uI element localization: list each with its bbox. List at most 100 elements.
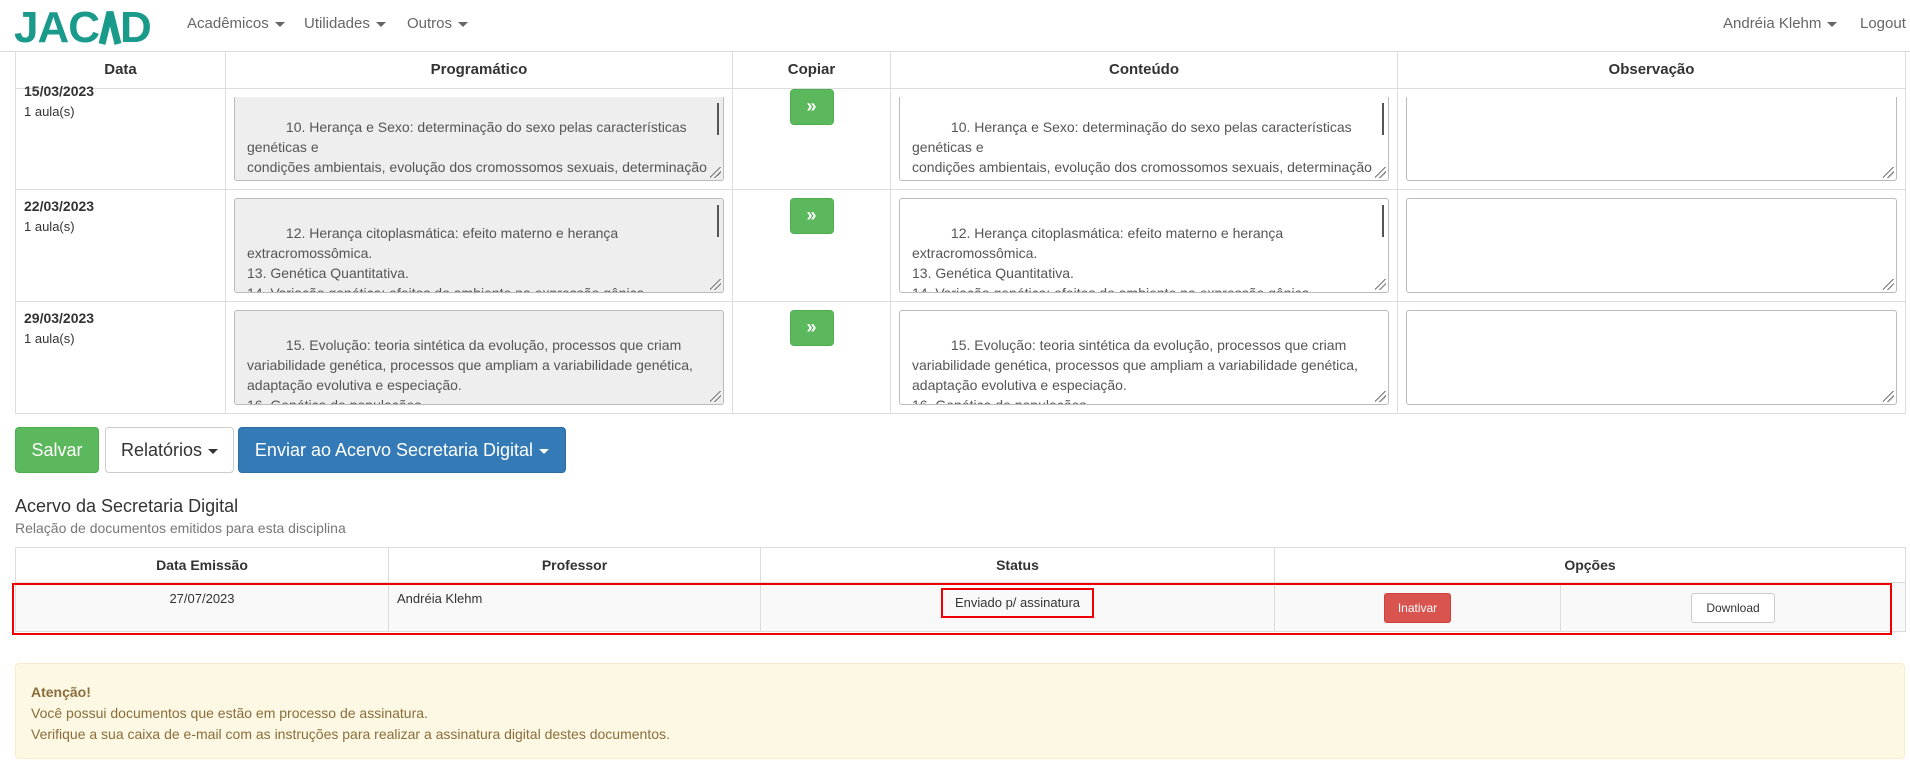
- col-header-observacao: Observação: [1397, 52, 1906, 89]
- observacao-cell: [1397, 300, 1906, 414]
- col-header-programatico: Programático: [225, 52, 733, 89]
- col-header-professor: Professor: [388, 547, 761, 583]
- copy-cell: »: [732, 300, 891, 414]
- logout-link[interactable]: Logout: [1860, 0, 1906, 48]
- resize-grip-icon[interactable]: [1883, 390, 1894, 402]
- download-button[interactable]: Download: [1691, 593, 1775, 623]
- jacad-logo-icon: JAC D: [14, 4, 152, 48]
- user-menu[interactable]: Andréia Klehm: [1723, 0, 1838, 48]
- col-header-opcoes: Opções: [1273, 547, 1907, 583]
- conteudo-cell: 15. Evolução: teoria sintética da evoluç…: [890, 300, 1398, 414]
- programatico-textarea[interactable]: 12. Herança citoplasmática: efeito mater…: [234, 197, 724, 293]
- documents-table: Data Emissão Professor Status Opções 27/…: [15, 547, 1907, 632]
- conteudo-textarea[interactable]: 15. Evolução: teoria sintética da evoluç…: [899, 309, 1389, 405]
- nav-menu-academicos[interactable]: Acadêmicos: [187, 0, 285, 48]
- nav-menu-outros[interactable]: Outros: [407, 0, 469, 48]
- save-button[interactable]: Salvar: [15, 427, 99, 473]
- resize-grip-icon[interactable]: [1375, 278, 1386, 290]
- section-subtitle: Relação de documentos emitidos para esta…: [15, 520, 346, 536]
- programatico-text: 15. Evolução: teoria sintética da evoluç…: [247, 336, 693, 405]
- conteudo-cell: 12. Herança citoplasmática: efeito mater…: [890, 188, 1398, 302]
- copy-button[interactable]: »: [789, 197, 834, 234]
- nav-menu-academicos-label: Acadêmicos: [187, 15, 269, 32]
- lesson-count: 1 aula(s): [24, 218, 75, 234]
- caret-down-icon: [208, 448, 219, 454]
- scrollbar[interactable]: [717, 102, 719, 135]
- table-row: 27/07/2023 Andréia Klehm Enviado p/ assi…: [15, 582, 1907, 632]
- documents-table-header: Data Emissão Professor Status Opções: [15, 547, 1907, 583]
- resize-grip-icon[interactable]: [710, 278, 721, 290]
- resize-grip-icon[interactable]: [1375, 390, 1386, 402]
- lesson-date: 22/03/2023: [24, 197, 95, 214]
- programatico-textarea[interactable]: 10. Herança e Sexo: determinação do sexo…: [234, 96, 724, 181]
- double-chevron-right-icon: »: [806, 95, 817, 116]
- lesson-plan-table: Data Programático Copiar Conteúdo Observ…: [15, 52, 1906, 414]
- copy-button[interactable]: »: [789, 88, 834, 125]
- conteudo-text: 12. Herança citoplasmática: efeito mater…: [912, 224, 1314, 293]
- user-name: Andréia Klehm: [1723, 15, 1822, 32]
- top-navbar: JAC D Acadêmicos Utilidades Outros André…: [0, 0, 1910, 52]
- programatico-textarea[interactable]: 15. Evolução: teoria sintética da evoluç…: [234, 309, 724, 405]
- observacao-cell: [1397, 87, 1906, 190]
- resize-grip-icon[interactable]: [1883, 278, 1894, 290]
- lesson-date: 15/03/2023: [24, 82, 95, 99]
- table-row: 15/03/2023 1 aula(s) 10. Herança e Sexo:…: [15, 83, 1906, 190]
- lesson-date: 29/03/2023: [24, 309, 95, 326]
- scrollbar[interactable]: [717, 204, 719, 237]
- jacad-logo[interactable]: JAC D: [14, 0, 160, 52]
- alert-line-1: Você possui documentos que estão em proc…: [31, 705, 428, 721]
- col-header-copiar: Copiar: [732, 52, 891, 89]
- caret-down-icon: [458, 21, 469, 27]
- reports-dropdown-button[interactable]: Relatórios: [105, 427, 234, 473]
- observacao-textarea[interactable]: [1406, 96, 1897, 181]
- lesson-table-header: Data Programático Copiar Conteúdo Observ…: [15, 52, 1906, 89]
- table-row: 22/03/2023 1 aula(s) 12. Herança citopla…: [15, 188, 1906, 302]
- save-button-label: Salvar: [31, 440, 83, 460]
- conteudo-cell: 10. Herança e Sexo: determinação do sexo…: [890, 87, 1398, 190]
- send-button-label: Enviar ao Acervo Secretaria Digital: [254, 440, 534, 460]
- lesson-count: 1 aula(s): [24, 330, 75, 346]
- status-cell: Enviado p/ assinatura: [760, 582, 1275, 632]
- double-chevron-right-icon: »: [806, 204, 817, 225]
- conteudo-textarea[interactable]: 10. Herança e Sexo: determinação do sexo…: [899, 96, 1389, 181]
- emission-date-cell: 27/07/2023: [15, 582, 389, 632]
- nav-menu-outros-label: Outros: [407, 15, 453, 32]
- programatico-text: 10. Herança e Sexo: determinação do sexo…: [247, 118, 707, 180]
- alert-line-2: Verifique a sua caixa de e-mail com as i…: [31, 726, 670, 742]
- date-cell: 22/03/2023 1 aula(s): [15, 188, 226, 302]
- download-cell: Download: [1559, 582, 1907, 632]
- inactivate-button[interactable]: Inativar: [1383, 593, 1452, 623]
- logout-label: Logout: [1860, 15, 1906, 32]
- resize-grip-icon[interactable]: [1375, 166, 1386, 178]
- col-header-conteudo: Conteúdo: [890, 52, 1398, 89]
- caret-down-icon: [375, 21, 386, 27]
- send-to-digital-archive-button[interactable]: Enviar ao Acervo Secretaria Digital: [238, 427, 566, 473]
- conteudo-text: 10. Herança e Sexo: determinação do sexo…: [912, 118, 1372, 180]
- col-header-status: Status: [760, 547, 1275, 583]
- resize-grip-icon[interactable]: [710, 166, 721, 178]
- caret-down-icon: [274, 21, 285, 27]
- nav-menu-utilidades[interactable]: Utilidades: [304, 0, 386, 48]
- copy-cell: »: [732, 87, 891, 190]
- date-cell: 29/03/2023 1 aula(s): [15, 300, 226, 414]
- reports-button-label: Relatórios: [120, 440, 203, 460]
- copy-button[interactable]: »: [789, 309, 834, 346]
- programatico-cell: 12. Herança citoplasmática: efeito mater…: [225, 188, 733, 302]
- conteudo-textarea[interactable]: 12. Herança citoplasmática: efeito mater…: [899, 197, 1389, 293]
- programatico-text: 12. Herança citoplasmática: efeito mater…: [247, 224, 649, 293]
- scrollbar[interactable]: [1382, 204, 1384, 237]
- lesson-count: 1 aula(s): [24, 103, 75, 119]
- copy-cell: »: [732, 188, 891, 302]
- nav-menu-utilidades-label: Utilidades: [304, 15, 370, 32]
- conteudo-text: 15. Evolução: teoria sintética da evoluç…: [912, 336, 1358, 405]
- scrollbar[interactable]: [1382, 102, 1384, 135]
- svg-text:JAC: JAC: [14, 4, 99, 48]
- warning-alert: Atenção! Você possui documentos que estã…: [15, 663, 1905, 759]
- resize-grip-icon[interactable]: [710, 390, 721, 402]
- resize-grip-icon[interactable]: [1883, 166, 1894, 178]
- caret-down-icon: [1827, 21, 1838, 27]
- observacao-textarea[interactable]: [1406, 309, 1897, 405]
- date-cell: 15/03/2023 1 aula(s): [15, 83, 226, 190]
- observacao-textarea[interactable]: [1406, 197, 1897, 293]
- inactivate-cell: Inativar: [1274, 582, 1561, 632]
